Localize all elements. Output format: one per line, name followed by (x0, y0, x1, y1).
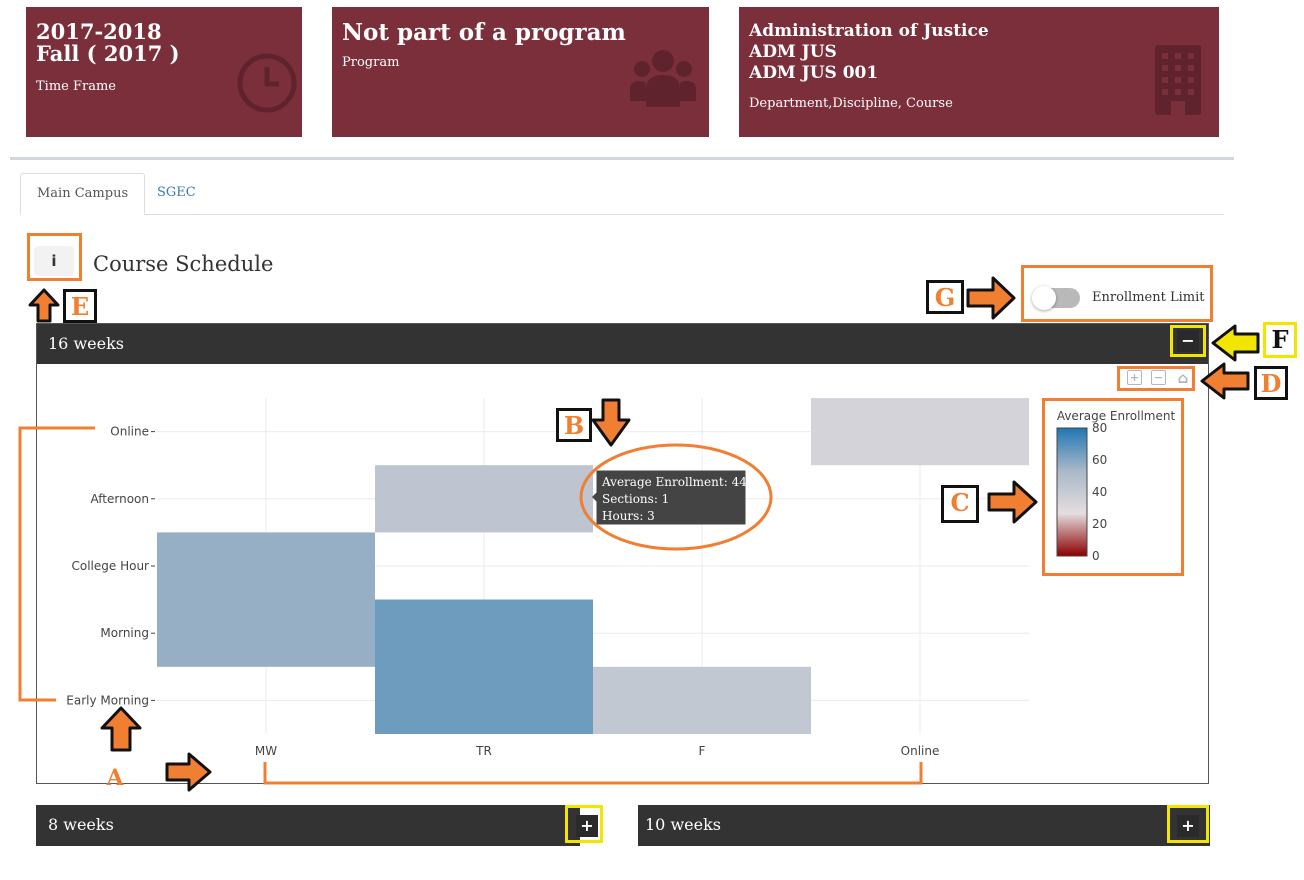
y-axis-bracket (18, 426, 95, 702)
arrow-a-right-icon (165, 752, 212, 792)
arrow-g-icon (966, 276, 1016, 320)
annotation-arrows (18, 276, 1260, 792)
x-axis-bracket (263, 762, 923, 785)
arrow-e-icon (28, 288, 60, 323)
arrow-c-icon (987, 480, 1038, 524)
arrow-b-icon (591, 398, 631, 447)
arrow-a-up-icon (100, 706, 142, 752)
arrow-d-icon (1200, 362, 1250, 400)
arrow-f-icon (1211, 324, 1260, 362)
tooltip-highlight-ellipse (579, 443, 773, 551)
